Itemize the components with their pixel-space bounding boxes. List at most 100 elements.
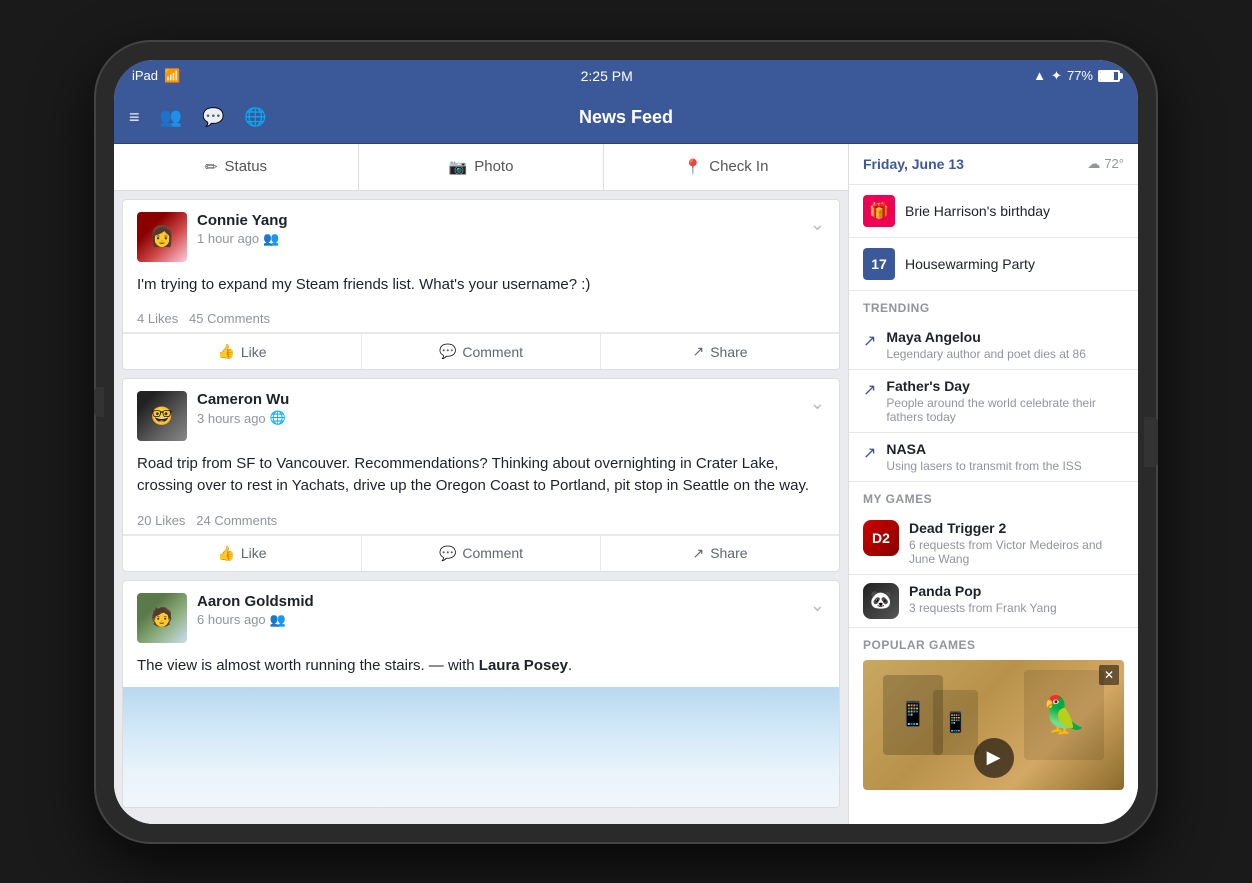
- messages-icon[interactable]: 💬: [202, 107, 224, 128]
- share-button-2[interactable]: ↗ Share: [601, 536, 839, 571]
- post-chevron-3[interactable]: ⌄: [810, 595, 825, 616]
- game-desc-dt2: 6 requests from Victor Medeiros and June…: [909, 538, 1124, 566]
- game-desc-panda: 3 requests from Frank Yang: [909, 601, 1057, 615]
- trending-desc-nasa: Using lasers to transmit from the ISS: [886, 459, 1081, 473]
- games-item-dt2[interactable]: D2 Dead Trigger 2 6 requests from Victor…: [849, 512, 1138, 575]
- post-time-3: 6 hours ago 👥: [197, 612, 825, 628]
- share-button-1[interactable]: ↗ Share: [601, 334, 839, 369]
- wifi-icon: 📶: [164, 68, 180, 84]
- feed-column[interactable]: ✏ Status 📷 Photo 📍 Check In 👩: [114, 144, 848, 824]
- popular-games-image[interactable]: ✕ 📱 📱 🦜 ▶: [863, 660, 1124, 790]
- post-chevron-1[interactable]: ⌄: [810, 214, 825, 235]
- sidebar-event-birthday[interactable]: 🎁 Brie Harrison's birthday: [849, 185, 1138, 238]
- trending-arrow-maya: ↗: [863, 331, 876, 351]
- like-button-2[interactable]: 👍 Like: [123, 536, 362, 571]
- game-name-dt2: Dead Trigger 2: [909, 520, 1124, 536]
- trending-arrow-fathersday: ↗: [863, 380, 876, 400]
- trending-name-maya: Maya Angelou: [886, 329, 1086, 345]
- trending-item-nasa[interactable]: ↗ NASA Using lasers to transmit from the…: [849, 433, 1138, 482]
- post-header-2: 🤓 Cameron Wu 3 hours ago 🌐 ⌄: [123, 379, 839, 449]
- friends-icon[interactable]: 👥: [160, 107, 182, 128]
- post-actions-2: 👍 Like 💬 Comment ↗ Share: [123, 535, 839, 571]
- birthday-icon: 🎁: [863, 195, 895, 227]
- photo-button[interactable]: 📷 Photo: [359, 144, 604, 190]
- status-right: ▲ ✦ 77%: [1033, 68, 1120, 84]
- device-frame: iPad 📶 2:25 PM ▲ ✦ 77% ≡ 👥 💬 🌐: [96, 42, 1156, 842]
- checkin-button[interactable]: 📍 Check In: [604, 144, 848, 190]
- share-icon-1: ↗: [692, 343, 704, 360]
- post-body-2: Road trip from SF to Vancouver. Recommen…: [123, 449, 839, 507]
- likes-count-2: 20 Likes: [137, 513, 185, 528]
- comments-count-1: 45 Comments: [189, 311, 270, 326]
- post-body-1: I'm trying to expand my Steam friends li…: [123, 270, 839, 306]
- status-button[interactable]: ✏ Status: [114, 144, 359, 190]
- post-author-1[interactable]: Connie Yang: [197, 212, 825, 229]
- sidebar-event-party[interactable]: 17 Housewarming Party: [849, 238, 1138, 291]
- audience-icon-1: 👥: [263, 231, 279, 247]
- menu-icon[interactable]: ≡: [129, 107, 140, 128]
- trending-name-nasa: NASA: [886, 441, 1081, 457]
- post-author-2[interactable]: Cameron Wu: [197, 391, 825, 408]
- sidebar-weather: ☁ 72°: [1087, 156, 1124, 172]
- location-icon: ▲: [1033, 68, 1046, 83]
- party-icon: 17: [863, 248, 895, 280]
- avatar-cameron: 🤓: [137, 391, 187, 441]
- play-button[interactable]: ▶: [974, 738, 1014, 778]
- nav-title: News Feed: [579, 107, 673, 128]
- like-icon-1: 👍: [217, 343, 234, 360]
- battery-icon: [1098, 70, 1120, 82]
- trending-desc-maya: Legendary author and poet dies at 86: [886, 347, 1086, 361]
- checkin-icon: 📍: [684, 158, 703, 176]
- post-meta-2: Cameron Wu 3 hours ago 🌐: [197, 391, 825, 426]
- post-meta-1: Connie Yang 1 hour ago 👥: [197, 212, 825, 247]
- avatar-connie: 👩: [137, 212, 187, 262]
- home-button[interactable]: [1144, 417, 1158, 467]
- carrier-label: iPad: [132, 68, 158, 83]
- audience-icon-2: 🌐: [270, 410, 286, 426]
- my-games-title: MY GAMES: [849, 482, 1138, 512]
- status-bar: iPad 📶 2:25 PM ▲ ✦ 77%: [114, 60, 1138, 92]
- time-display: 2:25 PM: [581, 68, 633, 84]
- post-actions-1: 👍 Like 💬 Comment ↗ Share: [123, 333, 839, 369]
- device-screen: iPad 📶 2:25 PM ▲ ✦ 77% ≡ 👥 💬 🌐: [114, 60, 1138, 824]
- post-card-2: 🤓 Cameron Wu 3 hours ago 🌐 ⌄ Road trip f…: [122, 378, 840, 572]
- temperature: 72°: [1104, 156, 1124, 171]
- nav-bar: ≡ 👥 💬 🌐 News Feed: [114, 92, 1138, 144]
- tagged-user[interactable]: Laura Posey: [479, 657, 568, 674]
- status-icon: ✏: [205, 158, 218, 176]
- post-meta-3: Aaron Goldsmid 6 hours ago 👥: [197, 593, 825, 628]
- post-stats-2: 20 Likes 24 Comments: [123, 507, 839, 535]
- like-button-1[interactable]: 👍 Like: [123, 334, 362, 369]
- bluetooth-icon: ✦: [1051, 68, 1062, 84]
- photo-label: Photo: [474, 158, 513, 175]
- games-item-panda[interactable]: 🐼 Panda Pop 3 requests from Frank Yang: [849, 575, 1138, 628]
- weather-icon: ☁: [1087, 156, 1100, 172]
- post-header-1: 👩 Connie Yang 1 hour ago 👥 ⌄: [123, 200, 839, 270]
- post-image-3: [123, 687, 839, 807]
- trending-item-fathersday[interactable]: ↗ Father's Day People around the world c…: [849, 370, 1138, 433]
- sidebar-date: Friday, June 13: [863, 156, 964, 172]
- post-author-3[interactable]: Aaron Goldsmid: [197, 593, 825, 610]
- trending-desc-fathersday: People around the world celebrate their …: [886, 396, 1124, 424]
- post-chevron-2[interactable]: ⌄: [810, 393, 825, 414]
- avatar-aaron: 🧑: [137, 593, 187, 643]
- globe-icon[interactable]: 🌐: [244, 107, 266, 128]
- party-name: Housewarming Party: [905, 256, 1035, 272]
- popular-games-section: POPULAR GAMES ✕ 📱 📱 🦜 ▶: [849, 628, 1138, 796]
- share-icon-2: ↗: [692, 545, 704, 562]
- content-area: ✏ Status 📷 Photo 📍 Check In 👩: [114, 144, 1138, 824]
- post-card-1: 👩 Connie Yang 1 hour ago 👥 ⌄ I'm trying …: [122, 199, 840, 371]
- comment-button-1[interactable]: 💬 Comment: [362, 334, 601, 369]
- popular-games-title: POPULAR GAMES: [863, 638, 1124, 660]
- post-time-2: 3 hours ago 🌐: [197, 410, 825, 426]
- comment-icon-2: 💬: [439, 545, 456, 562]
- birthday-name: Brie Harrison's birthday: [905, 203, 1050, 219]
- comment-button-2[interactable]: 💬 Comment: [362, 536, 601, 571]
- side-button[interactable]: [94, 387, 104, 417]
- battery-pct: 77%: [1067, 68, 1093, 83]
- post-card-3: 🧑 Aaron Goldsmid 6 hours ago 👥 ⌄ The vie…: [122, 580, 840, 808]
- trending-item-maya[interactable]: ↗ Maya Angelou Legendary author and poet…: [849, 321, 1138, 370]
- status-label: Status: [225, 158, 268, 175]
- post-time-1: 1 hour ago 👥: [197, 231, 825, 247]
- game-icon-dt2: D2: [863, 520, 899, 556]
